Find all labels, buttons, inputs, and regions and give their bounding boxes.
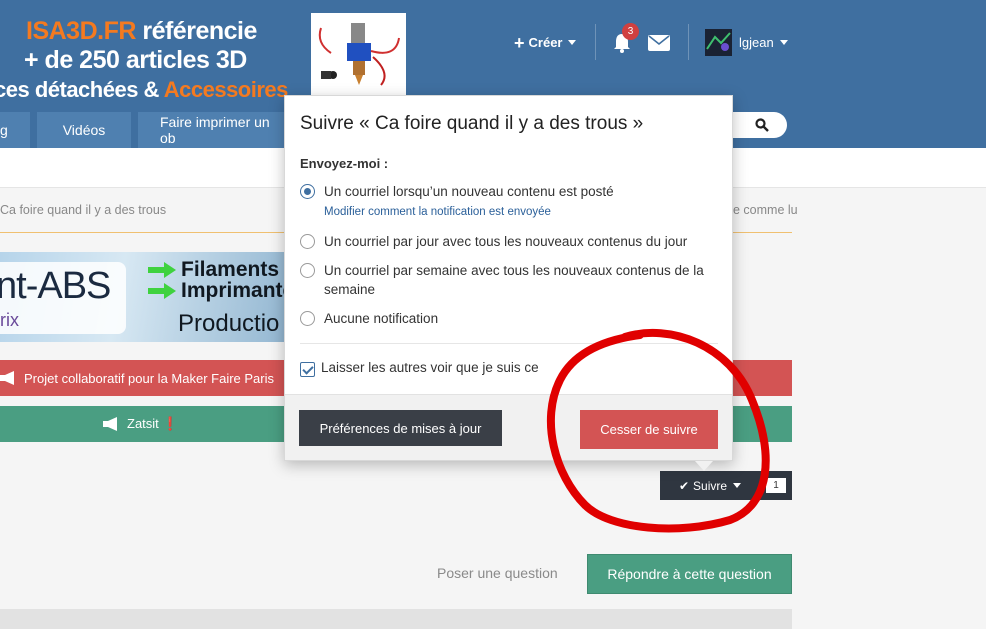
checkbox[interactable]: [300, 362, 315, 377]
update-preferences-button[interactable]: Préférences de mises à jour: [299, 410, 502, 446]
nav-tab-print[interactable]: Faire imprimer un ob: [138, 112, 288, 148]
let-others-see-toggle[interactable]: Laisser les autres voir que je suis ce: [300, 360, 539, 377]
ad-abs-text: nt-ABS: [0, 265, 111, 307]
popup-footer: Préférences de mises à jour Cesser de su…: [285, 394, 732, 460]
checkbox-label: Laisser les autres voir que je suis ce: [321, 360, 539, 375]
notification-count-badge: 3: [622, 23, 639, 40]
popup-pointer: [695, 461, 713, 471]
popup-title: Suivre « Ca foire quand il y a des trous…: [300, 113, 644, 134]
banner-line-2: + de 250 articles 3D: [24, 46, 247, 74]
hotend-image[interactable]: [311, 13, 406, 98]
mark-read-link[interactable]: e comme lu: [733, 203, 798, 217]
option-none[interactable]: Aucune notification: [300, 309, 720, 328]
exclamation-icon: ❗: [162, 416, 179, 431]
banner-line-3: ces détachées & Accessoires: [0, 77, 288, 102]
follow-label: Suivre: [693, 478, 728, 493]
site-banner[interactable]: ISA3D.FR référencie + de 250 articles 3D…: [0, 0, 300, 108]
option-weekly[interactable]: Un courriel par semaine avec tous les no…: [300, 261, 720, 299]
banner-line-1: ISA3D.FR référencie: [26, 17, 257, 45]
user-menu-button[interactable]: lgjean: [739, 35, 788, 50]
chevron-down-icon: [733, 483, 742, 488]
chevron-down-icon: [568, 40, 577, 45]
username: lgjean: [739, 35, 774, 50]
header-divider: [688, 24, 689, 60]
envelope-icon[interactable]: [648, 35, 670, 51]
check-icon: ✔: [678, 478, 690, 493]
nav-tab-label: g: [0, 122, 8, 138]
ad-rix-text: rix: [0, 310, 19, 330]
breadcrumb[interactable]: Ca foire quand il y a des trous: [0, 203, 166, 217]
ask-question-link[interactable]: Poser une question: [437, 565, 558, 581]
radio-button[interactable]: [300, 184, 315, 199]
unfollow-button[interactable]: Cesser de suivre: [580, 410, 718, 449]
nav-tab-blog[interactable]: g: [0, 112, 30, 148]
radio-button[interactable]: [300, 234, 315, 249]
option-immediate[interactable]: Un courriel lorsqu’un nouveau contenu es…: [300, 182, 720, 201]
announcement-text: Projet collaboratif pour la Maker Faire …: [24, 370, 274, 386]
follow-count: 1: [760, 471, 792, 500]
option-daily[interactable]: Un courriel par jour avec tous les nouve…: [300, 232, 720, 251]
popup-send-me-label: Envoyez-moi :: [300, 156, 389, 171]
radio-button[interactable]: [300, 311, 315, 326]
search-icon[interactable]: [755, 118, 769, 132]
follow-count-value: 1: [766, 478, 786, 493]
nav-tab-videos[interactable]: Vidéos: [37, 112, 131, 148]
ad-imprimantes-text: Imprimante: [181, 279, 295, 302]
announcement-text: Zatsit ❗: [127, 416, 179, 431]
arrow-right-icon: [148, 262, 176, 278]
reply-button[interactable]: Répondre à cette question: [587, 554, 792, 594]
chevron-down-icon: [779, 40, 788, 45]
megaphone-icon: [103, 417, 117, 431]
follow-button[interactable]: ✔ Suivre: [660, 471, 760, 500]
nav-tab-label: Vidéos: [62, 122, 106, 138]
create-menu-button[interactable]: + Créer: [514, 32, 577, 53]
popup-divider: [300, 343, 718, 344]
follow-popup: Suivre « Ca foire quand il y a des trous…: [284, 95, 733, 461]
plus-icon: +: [514, 32, 525, 53]
option-label: Un courriel lorsqu’un nouveau contenu es…: [324, 184, 614, 199]
create-label: Créer: [528, 35, 563, 50]
avatar[interactable]: [705, 29, 732, 56]
megaphone-icon: [0, 371, 14, 385]
option-label: Un courriel par jour avec tous les nouve…: [324, 234, 688, 249]
ad-banner[interactable]: nt-ABS rix Filaments p Imprimante Produc…: [0, 252, 300, 342]
modify-notification-link[interactable]: Modifier comment la notification est env…: [324, 206, 551, 218]
ad-production-text: Productio: [178, 310, 280, 337]
header-divider: [595, 24, 596, 60]
arrow-right-icon: [148, 283, 176, 299]
option-label: Aucune notification: [324, 311, 439, 326]
radio-button[interactable]: [300, 263, 315, 278]
nav-tab-label: Faire imprimer un ob: [160, 114, 270, 146]
option-label: Un courriel par semaine avec tous les no…: [324, 263, 704, 297]
content-footer-bar: [0, 609, 792, 629]
